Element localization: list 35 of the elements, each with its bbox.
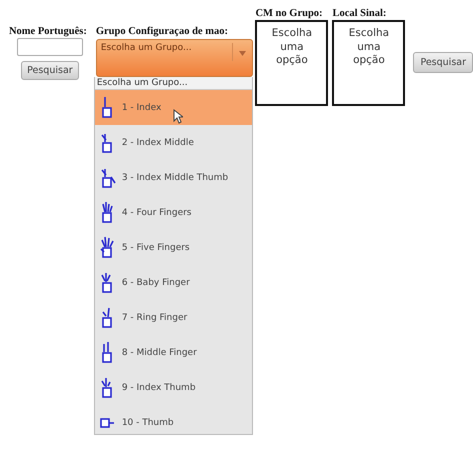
group-label: Grupo Configuraçao de mao:: [96, 26, 229, 37]
dropdown-option[interactable]: 9 - Index Thumb: [94, 370, 252, 405]
dropdown-option[interactable]: Escolha um Grupo...: [94, 77, 252, 90]
dropdown-option[interactable]: 2 - Index Middle: [94, 125, 252, 160]
search-button[interactable]: Pesquisar: [21, 61, 79, 80]
option-label: 1 - Index: [122, 102, 162, 112]
option-label: 6 - Baby Finger: [122, 278, 190, 288]
cursor-icon: [172, 109, 183, 124]
option-label: 7 - Ring Finger: [122, 312, 188, 322]
option-label: 2 - Index Middle: [122, 138, 194, 148]
option-label: 10 - Thumb: [122, 418, 174, 428]
option-label: 8 - Middle Finger: [122, 348, 197, 358]
option-label: 5 - Five Fingers: [122, 242, 190, 252]
dropdown-option[interactable]: 3 - Index Middle Thumb: [94, 160, 252, 195]
cm-group-list[interactable]: Escolha uma opção: [255, 20, 328, 106]
group-select[interactable]: Escolha um Grupo...: [96, 39, 254, 77]
dropdown-option[interactable]: 4 - Four Fingers: [94, 195, 252, 230]
caret-icon: [232, 43, 248, 61]
option-label: 4 - Four Fingers: [122, 208, 192, 218]
dropdown-option[interactable]: 10 - Thumb: [94, 405, 252, 440]
name-input-field[interactable]: [16, 38, 83, 56]
dropdown-option[interactable]: 5 - Five Fingers: [94, 230, 252, 265]
local-sinal-label: Local Sinal:: [332, 8, 388, 19]
dropdown-option[interactable]: 1 - Index: [94, 90, 252, 125]
handshape-icon: [100, 200, 116, 224]
dropdown-option[interactable]: 6 - Baby Finger: [94, 265, 252, 300]
option-label: 3 - Index Middle Thumb: [122, 172, 228, 182]
name-label: Nome Português:: [8, 26, 87, 37]
dropdown-option[interactable]: 8 - Middle Finger: [94, 335, 252, 370]
cm-group-label: CM no Grupo:: [255, 8, 324, 19]
local-sinal-list[interactable]: Escolha uma opção: [332, 20, 406, 106]
dropdown-option[interactable]: 7 - Ring Finger: [94, 300, 252, 335]
search-button[interactable]: Pesquisar: [413, 52, 473, 73]
option-label: 9 - Index Thumb: [122, 382, 196, 392]
handshape-icon: [100, 236, 116, 260]
